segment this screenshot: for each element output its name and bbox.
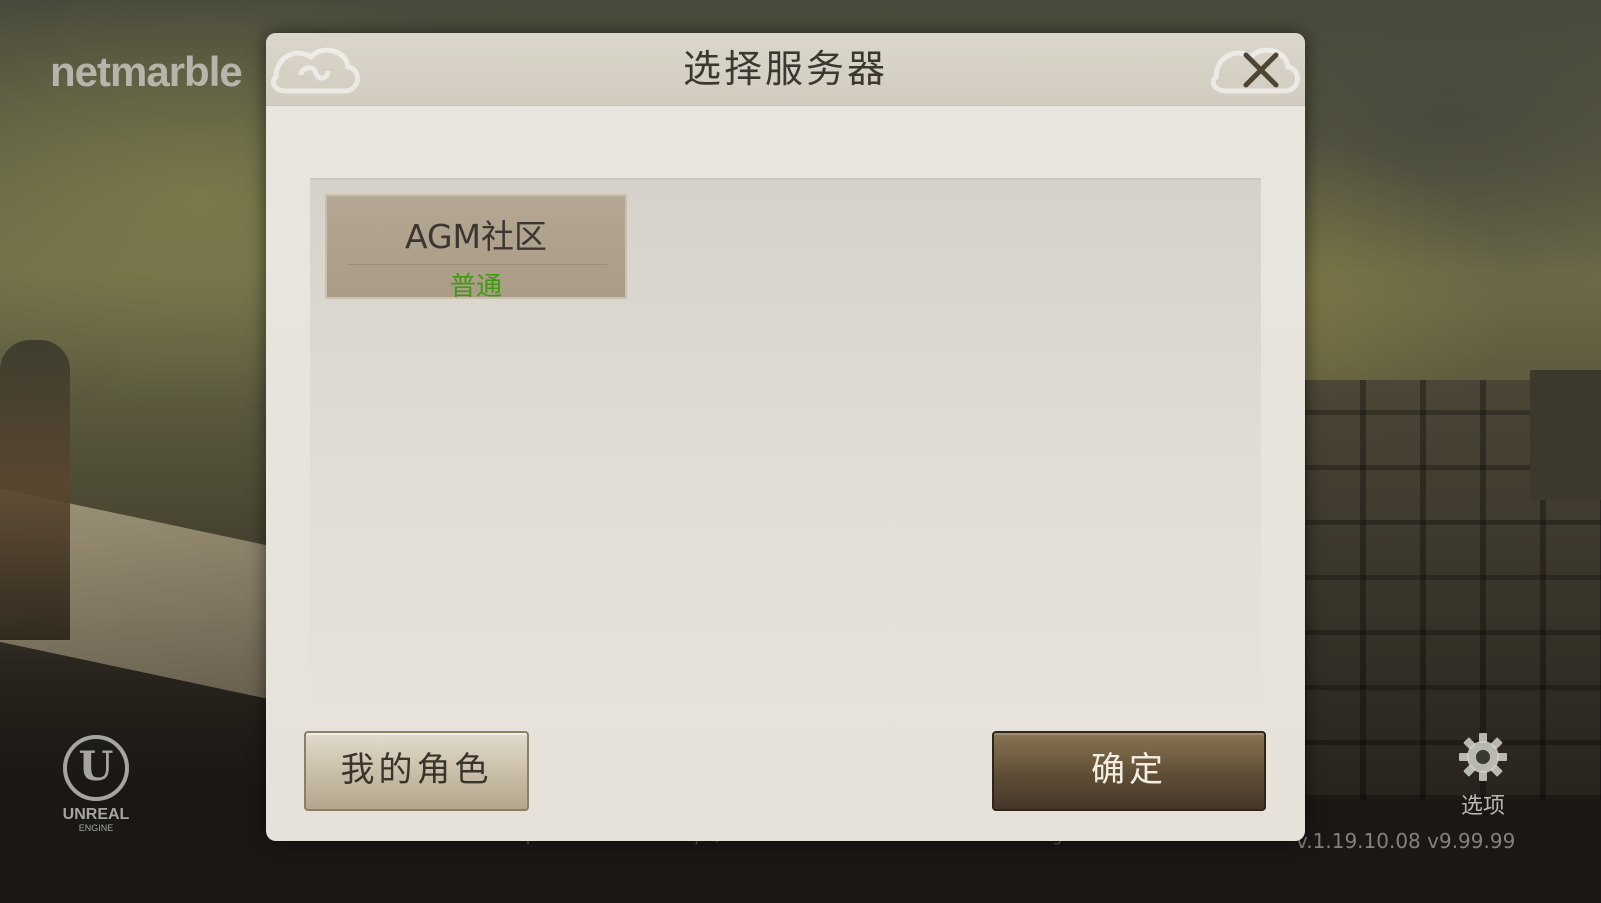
unreal-logo-text: UNREAL (62, 806, 130, 823)
server-item[interactable]: AGM社区 普通 (325, 194, 627, 302)
close-icon (1238, 52, 1284, 97)
options-label: 选项 (1460, 794, 1505, 819)
server-status: 普通 (449, 272, 502, 302)
server-list: AGM社区 普通 (310, 178, 1261, 700)
background-tower (1530, 370, 1601, 500)
my-characters-button[interactable]: 我的角色 (304, 731, 529, 811)
server-select-dialog: 选择服务器 AGM社区 普通 我的角色 确定 (266, 33, 1305, 841)
close-button[interactable] (1238, 47, 1284, 93)
gear-icon (1448, 730, 1518, 784)
dialog-title: 选择服务器 (682, 47, 888, 91)
unreal-engine-logo: U UNREAL ENGINE (48, 735, 144, 840)
options-button[interactable]: 选项 (1448, 730, 1518, 820)
game-screen: netmarble U UNREAL ENGINE © NCSOFT Corp.… (0, 0, 1601, 903)
engine-logo-text: ENGINE (78, 823, 114, 833)
version-text: v.1.19.10.08 v9.99.99 (1296, 829, 1516, 853)
background-warrior (0, 340, 70, 640)
dialog-header: 选择服务器 (266, 33, 1305, 106)
confirm-button[interactable]: 确定 (992, 731, 1266, 811)
server-divider (347, 264, 607, 265)
unreal-u-icon: U (63, 735, 129, 801)
server-name: AGM社区 (404, 217, 548, 256)
netmarble-logo: netmarble (50, 48, 243, 95)
